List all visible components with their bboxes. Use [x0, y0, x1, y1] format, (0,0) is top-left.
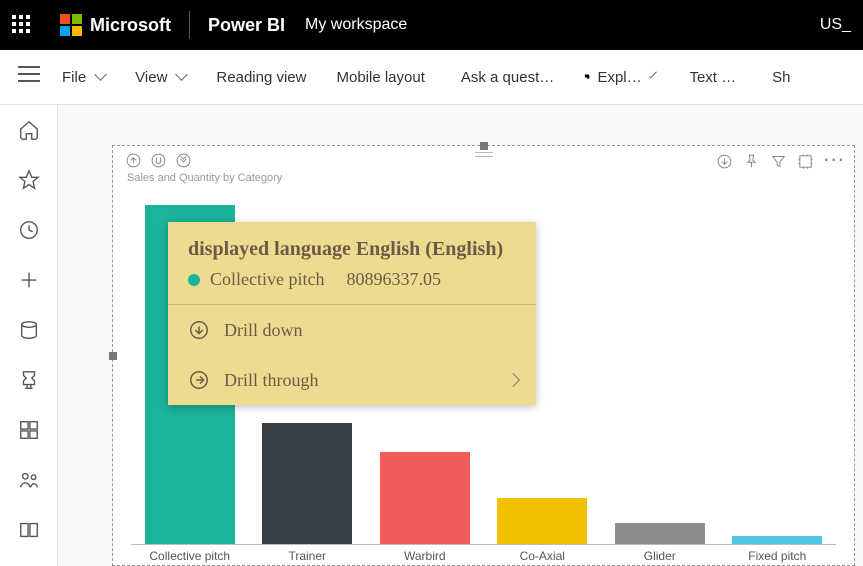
- explore-icon: [584, 73, 591, 80]
- view-menu[interactable]: View: [135, 69, 186, 86]
- visual-actions: ···: [716, 152, 846, 170]
- toolbar: File View Reading view Mobile layout Ask…: [0, 50, 863, 105]
- home-icon[interactable]: [18, 119, 40, 141]
- app-name[interactable]: Power BI: [208, 15, 285, 36]
- chevron-right-icon: [506, 373, 520, 387]
- learn-icon[interactable]: [18, 519, 40, 541]
- microsoft-logo[interactable]: Microsoft: [60, 14, 171, 36]
- shapes-button[interactable]: Sh: [766, 69, 790, 86]
- bar-label: Fixed pitch: [717, 549, 837, 563]
- drill-through-label: Drill through: [224, 370, 319, 391]
- bar-label: Warbird: [365, 549, 485, 563]
- more-options-icon[interactable]: ···: [824, 152, 846, 170]
- bar-label: Collective pitch: [130, 549, 250, 563]
- reading-view-button[interactable]: Reading view: [216, 69, 306, 86]
- explore-menu[interactable]: Expl…: [584, 69, 653, 86]
- bar-label: Glider: [600, 549, 720, 563]
- textbox-button[interactable]: Text …: [683, 69, 736, 86]
- tooltip-title: displayed language English (English): [188, 238, 516, 261]
- brand-label: Microsoft: [90, 15, 171, 36]
- language-label: US_: [820, 16, 851, 34]
- ask-question-button[interactable]: Ask a quest…: [455, 69, 554, 86]
- drill-down-icon: [188, 319, 210, 341]
- drill-down-all-icon[interactable]: [150, 152, 167, 169]
- expand-icon[interactable]: [175, 152, 192, 169]
- file-menu[interactable]: File: [62, 69, 105, 86]
- app-launcher-icon[interactable]: [12, 15, 32, 35]
- apps-icon[interactable]: [18, 419, 40, 441]
- workspace-name[interactable]: My workspace: [305, 16, 407, 34]
- tooltip-series-name: Collective pitch: [210, 269, 324, 290]
- drill-through-icon: [188, 369, 210, 391]
- bar-label: Trainer: [247, 549, 367, 563]
- datapoint-tooltip: displayed language English (English) Col…: [168, 222, 536, 405]
- drill-through-action[interactable]: Drill through: [168, 355, 536, 405]
- datasets-icon[interactable]: [18, 319, 40, 341]
- drill-down-action[interactable]: Drill down: [168, 305, 536, 355]
- recent-icon[interactable]: [18, 219, 40, 241]
- microsoft-icon: [60, 14, 82, 36]
- filter-icon[interactable]: [770, 153, 787, 170]
- mobile-layout-button[interactable]: Mobile layout: [336, 69, 424, 86]
- goals-icon[interactable]: [18, 369, 40, 391]
- top-bar: Microsoft Power BI My workspace US_: [0, 0, 863, 50]
- series-color-dot-icon: [188, 274, 200, 286]
- drill-down-label: Drill down: [224, 320, 303, 341]
- resize-handle-top[interactable]: [480, 142, 488, 150]
- bar-co-axial[interactable]: [495, 498, 590, 544]
- pin-icon[interactable]: [743, 153, 760, 170]
- bar-fixed-pitch[interactable]: [730, 536, 825, 544]
- tooltip-series-value: 80896337.05: [346, 269, 441, 290]
- focus-icon[interactable]: [797, 153, 814, 170]
- drill-up-icon[interactable]: [125, 152, 142, 169]
- drag-grip-icon[interactable]: [475, 152, 493, 157]
- bar-warbird[interactable]: [377, 452, 472, 544]
- divider: [189, 11, 190, 39]
- left-rail: [0, 105, 58, 566]
- resize-handle-left[interactable]: [109, 352, 117, 360]
- bar-label: Co-Axial: [482, 549, 602, 563]
- bar-trainer[interactable]: [260, 423, 355, 544]
- drill-controls: [125, 152, 192, 169]
- export-icon[interactable]: [716, 153, 733, 170]
- create-icon[interactable]: [18, 269, 40, 291]
- chart-title: Sales and Quantity by Category: [127, 172, 282, 184]
- bar-glider[interactable]: [612, 523, 707, 544]
- shared-icon[interactable]: [18, 469, 40, 491]
- favorites-icon[interactable]: [18, 169, 40, 191]
- hamburger-menu-icon[interactable]: [18, 66, 40, 82]
